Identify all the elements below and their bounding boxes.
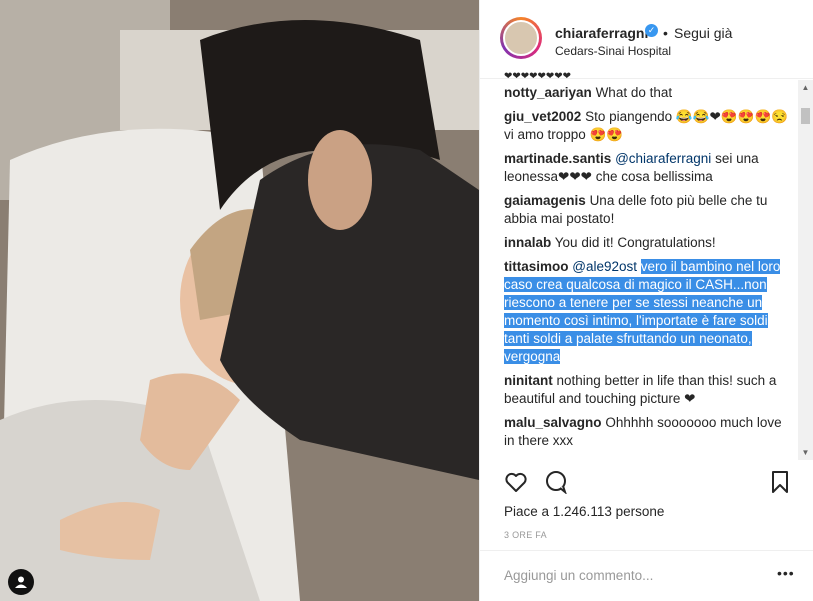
post-sidebar: chiaraferragni ✓ • Segui già Cedars-Sina… bbox=[479, 0, 813, 601]
post-location[interactable]: Cedars-Sinai Hospital bbox=[555, 44, 671, 58]
cutoff-emoji-row: ❤❤❤❤❤❤❤❤ bbox=[504, 72, 572, 82]
highlighted-comment-text: vero il bambino nel loro caso crea qualc… bbox=[504, 259, 781, 364]
comment-7: ninitant nothing better in life than thi… bbox=[504, 372, 794, 408]
comment-user[interactable]: malu_salvagno bbox=[504, 415, 602, 430]
comment-3: martinade.santis @chiaraferragni sei una… bbox=[504, 150, 794, 186]
post-username[interactable]: chiaraferragni bbox=[555, 25, 648, 41]
comment-mention[interactable]: @ale92ost bbox=[572, 259, 637, 274]
post-photo[interactable] bbox=[0, 0, 479, 601]
comment-user[interactable]: giu_vet2002 bbox=[504, 109, 581, 124]
add-comment-bar: Aggiungi un commento... ••• bbox=[480, 550, 813, 601]
comment-4: gaiamagenis Una delle foto più belle che… bbox=[504, 192, 794, 228]
comments-list[interactable]: ❤❤❤❤❤❤❤❤ notty_aariyan What do that giu_… bbox=[504, 72, 794, 458]
comment-5: innalab You did it! Congratulations! bbox=[504, 234, 794, 252]
post-timestamp[interactable]: 3 ORE FA bbox=[504, 530, 547, 540]
comment-mention[interactable]: @chiaraferragni bbox=[615, 151, 711, 166]
comment-user[interactable]: notty_aariyan bbox=[504, 85, 592, 100]
comment-user[interactable]: martinade.santis bbox=[504, 151, 611, 166]
scroll-up-icon[interactable]: ▲ bbox=[798, 80, 813, 95]
comment-icon[interactable] bbox=[544, 470, 568, 499]
add-comment-input[interactable]: Aggiungi un commento... bbox=[504, 568, 653, 583]
comment-6: tittasimoo @ale92ost vero il bambino nel… bbox=[504, 258, 794, 366]
photo-illustration bbox=[0, 0, 479, 601]
comment-user[interactable]: gaiamagenis bbox=[504, 193, 586, 208]
comment-text: What do that bbox=[595, 85, 673, 100]
bookmark-icon[interactable] bbox=[770, 470, 790, 499]
scrollbar-thumb[interactable] bbox=[801, 108, 810, 124]
scroll-down-icon[interactable]: ▼ bbox=[798, 445, 813, 460]
separator-dot: • bbox=[663, 25, 668, 41]
follow-status-button[interactable]: Segui già bbox=[674, 25, 732, 41]
heart-icon[interactable] bbox=[504, 470, 528, 499]
user-tag-icon[interactable] bbox=[8, 569, 34, 595]
comment-user[interactable]: ninitant bbox=[504, 373, 553, 388]
likes-text: Piace a 1.246.113 persone bbox=[504, 504, 665, 519]
comment-user[interactable]: tittasimoo bbox=[504, 259, 569, 274]
more-options-icon[interactable]: ••• bbox=[777, 565, 795, 581]
comment-user[interactable]: innalab bbox=[504, 235, 551, 250]
post-header: chiaraferragni ✓ • Segui già Cedars-Sina… bbox=[480, 0, 813, 79]
comments-scrollbar[interactable]: ▲ ▼ bbox=[798, 80, 813, 460]
comment-1: notty_aariyan What do that bbox=[504, 84, 794, 102]
comment-8: malu_salvagno Ohhhhh sooooooo much love … bbox=[504, 414, 794, 450]
comment-2: giu_vet2002 Sto piangendo 😂😂❤😍😍😍😒vi amo … bbox=[504, 108, 794, 144]
avatar[interactable] bbox=[500, 17, 542, 59]
verified-badge-icon: ✓ bbox=[645, 24, 658, 37]
comment-text: You did it! Congratulations! bbox=[554, 235, 716, 250]
likes-count[interactable]: Piace a 1.246.113 persone bbox=[504, 504, 664, 519]
